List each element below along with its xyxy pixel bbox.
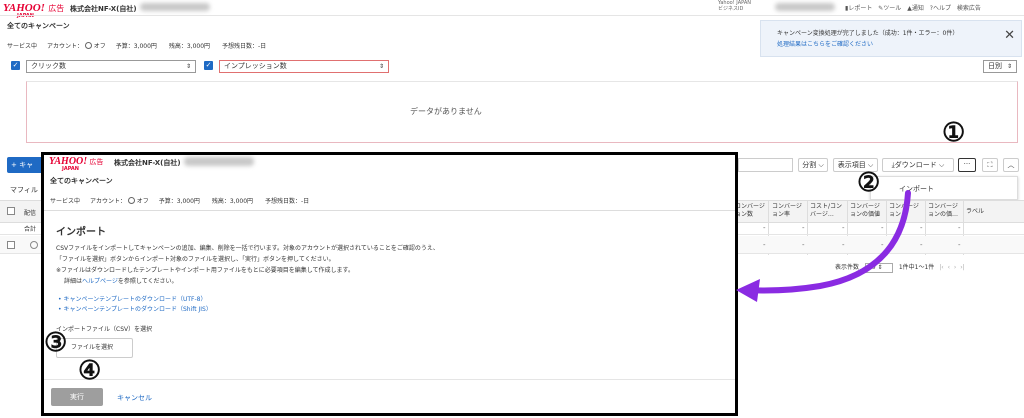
- arrow-head: [736, 279, 760, 302]
- arrow-shaft: [742, 190, 911, 294]
- arrow-annotation: [736, 190, 911, 302]
